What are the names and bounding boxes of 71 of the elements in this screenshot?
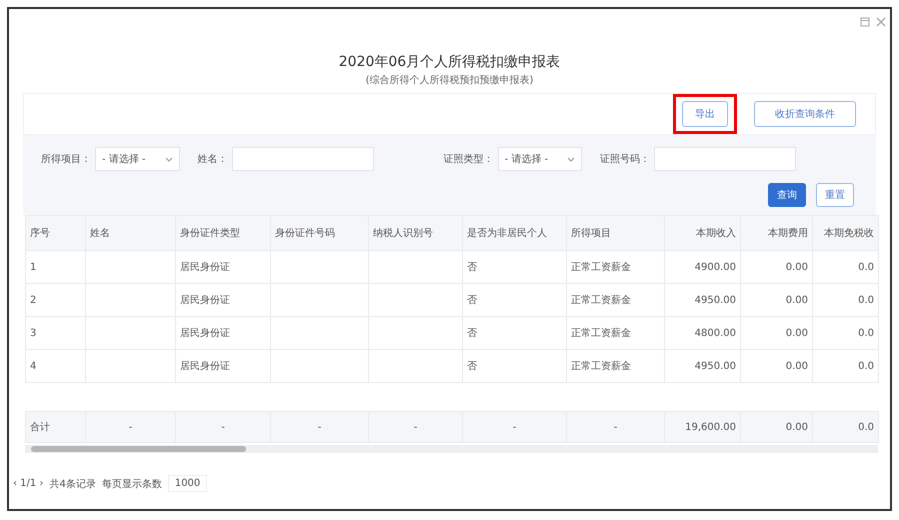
column-header[interactable]: 所得项目 — [566, 216, 664, 250]
table-cell: 0.00 — [740, 250, 812, 284]
table-cell: - — [176, 412, 270, 442]
table-cell: 正常工资薪金 — [566, 316, 664, 350]
table-cell: 居民身份证 — [176, 250, 270, 284]
table-cell: - — [462, 412, 566, 442]
filter-label: 姓名： — [198, 153, 228, 166]
table-cell: 0.00 — [740, 350, 812, 382]
report-subtitle: (综合所得个人所得税预扣预缴申报表) — [366, 74, 534, 87]
reset-button[interactable]: 重置 — [816, 183, 854, 207]
input-field[interactable] — [232, 147, 374, 171]
column-header[interactable]: 身份证件号码 — [270, 216, 368, 250]
table-cell: 4 — [26, 350, 86, 382]
table-cell: 正常工资薪金 — [566, 250, 664, 284]
table-cell: 居民身份证 — [176, 284, 270, 316]
column-header[interactable]: 序号 — [26, 216, 86, 250]
table-cell: 正常工资薪金 — [566, 350, 664, 382]
table-cell: 0.00 — [740, 412, 812, 442]
record-count: 共4条记录 — [49, 478, 96, 490]
chevron-down-icon — [164, 156, 172, 162]
table-cell: 4800.00 — [664, 316, 740, 350]
table-cell: 正常工资薪金 — [566, 284, 664, 316]
table-cell: 0.0 — [812, 350, 878, 382]
column-header[interactable]: 本期费用 — [740, 216, 812, 250]
page-size-label: 每页显示条数 — [102, 478, 162, 490]
table-cell: 19,600.00 — [664, 412, 740, 442]
table-cell: - — [368, 412, 462, 442]
filter-label: 证照号码： — [600, 153, 650, 166]
select-field[interactable]: - 请选择 - — [95, 147, 180, 171]
close-icon[interactable] — [876, 17, 886, 27]
report-title: 2020年06月个人所得税扣缴申报表 — [338, 53, 560, 71]
table-cell: 0.0 — [812, 316, 878, 350]
table-cell: 1 — [26, 250, 86, 284]
table-cell: 否 — [462, 250, 566, 284]
collapse-filters-button[interactable]: 收折查询条件 — [754, 101, 856, 127]
table-cell: 否 — [462, 316, 566, 350]
table-cell: 2 — [26, 284, 86, 316]
column-header[interactable]: 是否为非居民个人 — [462, 216, 566, 250]
table-cell: - — [86, 412, 176, 442]
column-header[interactable]: 姓名 — [86, 216, 176, 250]
table-cell: 0.0 — [812, 412, 878, 442]
table-cell: 0.0 — [812, 250, 878, 284]
table-cell: 3 — [26, 316, 86, 350]
column-header[interactable]: 本期免税收 — [812, 216, 878, 250]
page-size-field[interactable]: 1000 — [168, 475, 208, 492]
column-header[interactable]: 纳税人识别号 — [368, 216, 462, 250]
scrollbar[interactable] — [25, 445, 878, 453]
table-cell: 4950.00 — [664, 284, 740, 316]
table-cell: 居民身份证 — [176, 316, 270, 350]
table-cell: 居民身份证 — [176, 350, 270, 382]
export-button[interactable]: 导出 — [682, 101, 728, 127]
table-cell: - — [270, 412, 368, 442]
table-cell: 合计 — [26, 412, 86, 442]
column-header[interactable]: 本期收入 — [664, 216, 740, 250]
table-cell: 0.00 — [740, 316, 812, 350]
filter-label: 证照类型： — [444, 152, 494, 166]
page-indicator[interactable]: ‹ 1/1 › — [13, 478, 44, 489]
table-cell: 4900.00 — [664, 250, 740, 284]
table-cell: 否 — [462, 284, 566, 316]
input-field[interactable] — [654, 147, 796, 171]
table-cell: 否 — [462, 350, 566, 382]
table-cell: 4950.00 — [664, 350, 740, 382]
window-icon[interactable] — [860, 17, 870, 27]
column-header[interactable]: 身份证件类型 — [176, 216, 270, 250]
table-cell: 0.0 — [812, 284, 878, 316]
table-cell: - — [566, 412, 664, 442]
chevron-down-icon — [567, 156, 575, 162]
select-field[interactable]: - 请选择 - — [498, 147, 582, 171]
search-button[interactable]: 查询 — [768, 183, 806, 207]
table-cell: 0.00 — [740, 284, 812, 316]
filter-label: 所得项目： — [41, 152, 91, 166]
